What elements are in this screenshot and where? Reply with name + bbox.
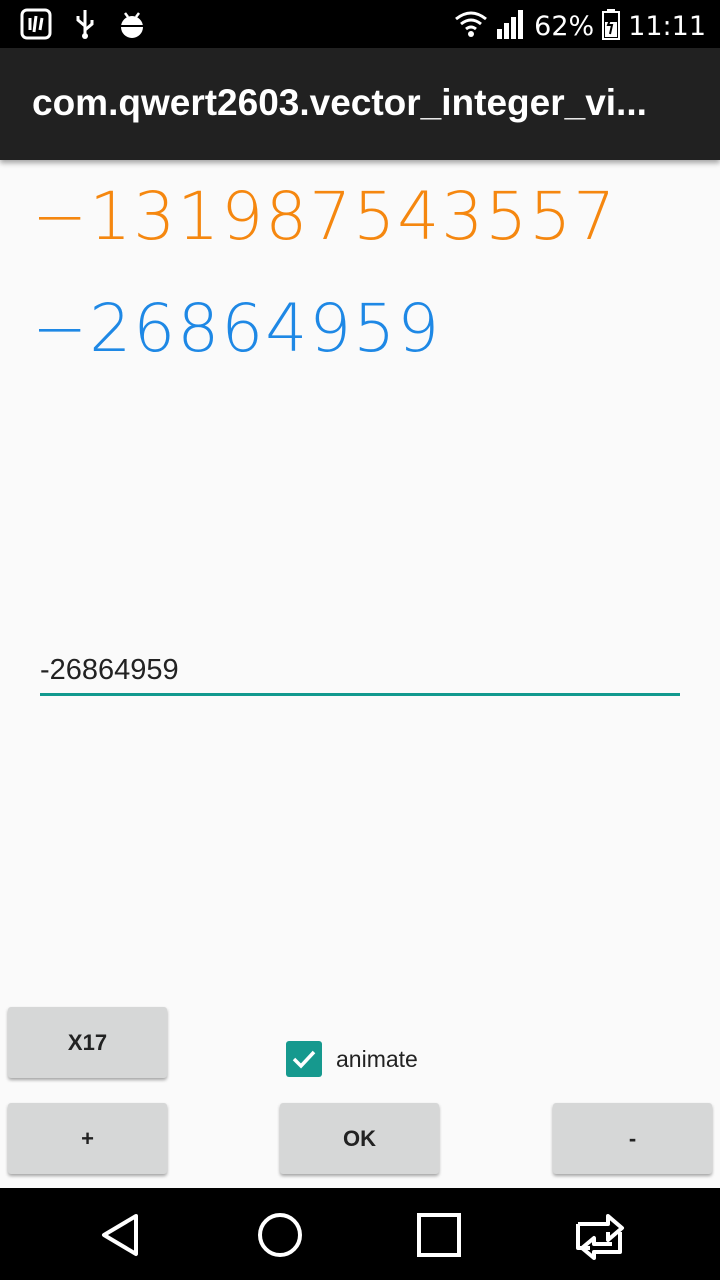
switch-app-icon[interactable]	[570, 1210, 628, 1260]
app-title: com.qwert2603.vector_integer_vi...	[32, 82, 647, 123]
animate-label: animate	[336, 1045, 418, 1072]
android-debug-icon	[118, 8, 146, 45]
home-icon[interactable]	[255, 1210, 305, 1260]
x17-button[interactable]: X17	[8, 1007, 167, 1078]
vector-number-orange: −131987543557	[32, 178, 618, 255]
plus-button[interactable]: +	[8, 1103, 167, 1174]
animate-checkbox[interactable]: animate	[286, 1041, 418, 1077]
recents-icon[interactable]	[414, 1210, 464, 1260]
signal-icon	[496, 9, 526, 44]
ok-button[interactable]: OK	[280, 1103, 439, 1174]
battery-icon	[602, 8, 621, 45]
checkbox-checked-icon[interactable]	[286, 1041, 322, 1077]
app-bar: com.qwert2603.vector_integer_vi...	[0, 48, 720, 160]
status-bar: 62% 11:11	[0, 0, 720, 48]
usb-icon	[74, 8, 96, 45]
vector-number-blue: −26864959	[32, 290, 442, 367]
navigation-bar	[0, 1188, 720, 1280]
minus-button[interactable]: -	[553, 1103, 712, 1174]
battery-percent: 62%	[534, 11, 595, 42]
number-input-value: -26864959	[40, 654, 179, 686]
wifi-icon	[454, 10, 488, 43]
back-icon[interactable]	[96, 1210, 146, 1260]
number-input[interactable]: -26864959	[40, 652, 680, 696]
notification-icon	[20, 8, 52, 45]
clock: 11:11	[628, 11, 706, 42]
